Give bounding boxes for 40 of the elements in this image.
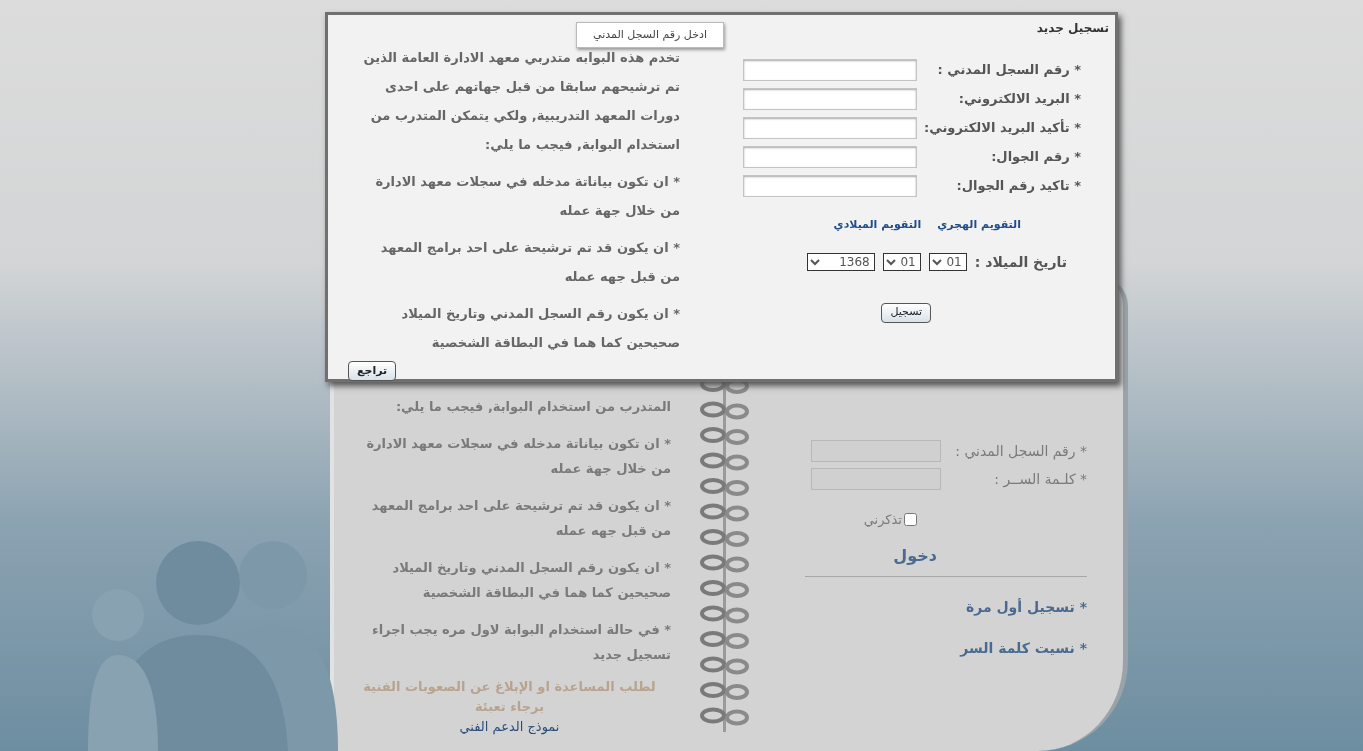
field-label: * البريد الالكتروني: [957,90,1081,109]
field-label: * كلـمة الســر : [993,469,1087,490]
input-field[interactable] [743,88,917,110]
input-field[interactable] [743,59,917,81]
condition-text: * ان تكون بياناتة مدخله في سجلات معهد الادارة من خلال جهة عمله [374,173,680,220]
instructions-text: المتدرب من استخدام البوابة, فيجب ما يلي: [394,398,671,417]
condition-text: * ان يكون رقم السجل المدني وتاريخ الميلاد صحيحين كما هما في البطاقة الشخصية [400,305,680,352]
field-label: * تأكيد البريد الالكتروني: [923,118,1081,138]
input-field[interactable] [743,175,917,197]
field-label: * رقم الجوال: [990,148,1081,167]
condition-text: * ان تكون بياناتة مدخله في سجلات معهد الادارة من خلال جهة عمله [365,435,671,478]
year-select[interactable]: 1368 [806,253,875,271]
back-button[interactable]: تراجع [348,361,397,382]
dialog-title: تسجيل جديد [1036,20,1109,37]
login-button[interactable]: دخول [893,543,937,568]
day-select[interactable]: 01 [928,253,967,271]
register-button[interactable]: تسجيل [881,302,931,323]
input-field[interactable] [811,468,941,490]
birth-date-label: تاريخ الميلاد : [974,252,1067,273]
condition-text: * ان يكون رقم السجل المدني وتاريخ الميلاد صحيحين كما هما في البطاقة الشخصية [391,559,671,602]
condition-text: * في حالة استخدام البوابة لاول مره يجب اجراء تسجيل جديد [371,621,671,664]
input-field[interactable] [743,146,917,168]
condition-text: * ان يكون قد تم ترشيحة على احد برامج المعهد من قبل جهه عمله [370,497,671,540]
field-label: * رقم السجل المدني : [954,441,1087,462]
calendar-link[interactable]: التقويم الهجري [937,217,1021,234]
tooltip: ادخل رقم السجل المدني [576,22,724,48]
remember-checkbox[interactable] [904,513,917,527]
input-field[interactable] [811,440,941,462]
instructions-text: تخدم هذه البوابه متدربي معهد الادارة العامة الذين تم ترشيحهم سابقا من قبل جهاتهم على احدى دورات المعهد التدريبية, ولكي يتمكن المتدرب من استخدام البوابة, فيجب ما يلي: [362,49,680,155]
portal-link[interactable]: * نسيت كلمة السر [771,637,1087,659]
calendar-link[interactable]: التقويم الميلادي [833,217,922,234]
month-select[interactable]: 01 [882,253,921,271]
input-field[interactable] [743,117,917,139]
help-text: لطلب المساعدة او الإبلاغ عن الصعوبات الفنية برجاء تعبئة [362,678,657,716]
portal-link[interactable]: * تسجيل أول مرة [771,596,1087,618]
remember-label: تذكرني [863,511,902,529]
field-label: * تاكيد رقم الجوال: [955,177,1081,196]
support-form-link[interactable]: نموذج الدعم الفني [348,717,671,737]
field-label: * رقم السجل المدني : [936,61,1081,80]
condition-text: * ان يكون قد تم ترشيحة على احد برامج المعهد من قبل جهه عمله [379,239,680,286]
